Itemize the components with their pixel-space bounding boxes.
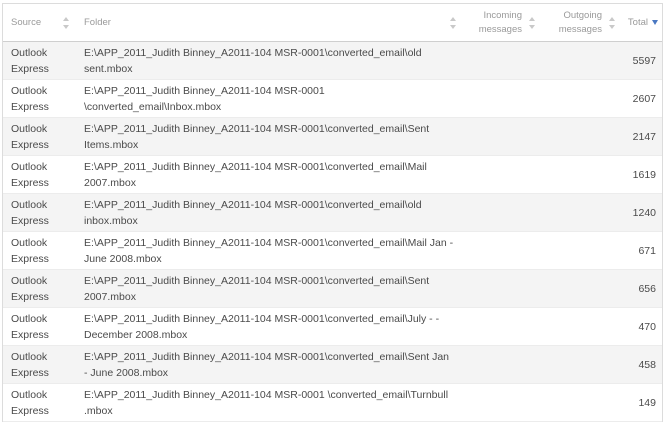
header-source-label: Source	[11, 17, 42, 28]
cell-incoming	[463, 307, 542, 346]
cell-source: Outlook Express	[3, 345, 76, 384]
header-outgoing-label: Outgoing messages	[558, 9, 602, 35]
cell-incoming	[463, 231, 542, 270]
cell-total: 5597	[622, 41, 662, 80]
cell-incoming	[463, 117, 542, 156]
sort-both-icon	[450, 16, 457, 29]
data-table: Source Folder Incoming messages Outgoing…	[3, 4, 662, 422]
cell-folder: E:\APP_2011_Judith Binney_A2011-104 MSR-…	[76, 41, 463, 80]
cell-total: 149	[622, 383, 662, 422]
table-row[interactable]: Outlook Express E:\APP_2011_Judith Binney…	[3, 41, 662, 80]
cell-outgoing	[542, 117, 622, 156]
cell-incoming	[463, 193, 542, 232]
header-total-label: Total	[627, 17, 648, 28]
cell-source: Outlook Express	[3, 79, 76, 118]
cell-incoming	[463, 383, 542, 422]
sort-descending-icon	[652, 19, 658, 25]
header-source[interactable]: Source	[3, 4, 76, 42]
table-row[interactable]: Outlook Express E:\APP_2011_Judith Binney…	[3, 269, 662, 308]
cell-outgoing	[542, 269, 622, 308]
cell-source: Outlook Express	[3, 193, 76, 232]
cell-source: Outlook Express	[3, 41, 76, 80]
header-row: Source Folder Incoming messages Outgoing…	[3, 4, 662, 42]
cell-incoming	[463, 345, 542, 384]
cell-outgoing	[542, 345, 622, 384]
cell-folder: E:\APP_2011_Judith Binney_A2011-104 MSR-…	[76, 79, 463, 118]
cell-source: Outlook Express	[3, 231, 76, 270]
cell-folder: E:\APP_2011_Judith Binney_A2011-104 MSR-…	[76, 231, 463, 270]
header-folder[interactable]: Folder	[76, 4, 463, 42]
cell-source: Outlook Express	[3, 307, 76, 346]
cell-total: 656	[622, 269, 662, 308]
cell-incoming	[463, 79, 542, 118]
table-row[interactable]: Outlook Express E:\APP_2011_Judith Binney…	[3, 117, 662, 156]
table-row[interactable]: Outlook Express E:\APP_2011_Judith Binney…	[3, 345, 662, 384]
header-incoming-label: Incoming messages	[478, 9, 522, 35]
cell-incoming	[463, 269, 542, 308]
cell-folder: E:\APP_2011_Judith Binney_A2011-104 MSR-…	[76, 269, 463, 308]
cell-folder: E:\APP_2011_Judith Binney_A2011-104 MSR-…	[76, 117, 463, 156]
cell-outgoing	[542, 79, 622, 118]
cell-total: 1240	[622, 193, 662, 232]
cell-outgoing	[542, 193, 622, 232]
cell-source: Outlook Express	[3, 269, 76, 308]
cell-total: 2607	[622, 79, 662, 118]
table-row[interactable]: Outlook Express E:\APP_2011_Judith Binney…	[3, 231, 662, 270]
table-body: Outlook Express E:\APP_2011_Judith Binney…	[3, 41, 662, 422]
table-row[interactable]: Outlook Express E:\APP_2011_Judith Binney…	[3, 307, 662, 346]
email-folders-table: Source Folder Incoming messages Outgoing…	[2, 3, 663, 422]
cell-total: 671	[622, 231, 662, 270]
cell-source: Outlook Express	[3, 383, 76, 422]
cell-total: 458	[622, 345, 662, 384]
sort-both-icon	[63, 16, 70, 29]
table-row[interactable]: Outlook Express E:\APP_2011_Judith Binney…	[3, 79, 662, 118]
table-row[interactable]: Outlook Express E:\APP_2011_Judith Binney…	[3, 193, 662, 232]
sort-both-icon	[609, 16, 616, 29]
cell-total: 2147	[622, 117, 662, 156]
cell-outgoing	[542, 307, 622, 346]
header-outgoing[interactable]: Outgoing messages	[542, 4, 622, 42]
cell-outgoing	[542, 155, 622, 194]
cell-outgoing	[542, 383, 622, 422]
sort-both-icon	[529, 16, 536, 29]
cell-source: Outlook Express	[3, 117, 76, 156]
cell-folder: E:\APP_2011_Judith Binney_A2011-104 MSR-…	[76, 345, 463, 384]
cell-total: 470	[622, 307, 662, 346]
table-row[interactable]: Outlook Express E:\APP_2011_Judith Binney…	[3, 383, 662, 422]
table-row[interactable]: Outlook Express E:\APP_2011_Judith Binney…	[3, 155, 662, 194]
cell-total: 1619	[622, 155, 662, 194]
cell-source: Outlook Express	[3, 155, 76, 194]
cell-outgoing	[542, 41, 622, 80]
cell-incoming	[463, 41, 542, 80]
cell-folder: E:\APP_2011_Judith Binney_A2011-104 MSR-…	[76, 307, 463, 346]
cell-outgoing	[542, 231, 622, 270]
cell-folder: E:\APP_2011_Judith Binney_A2011-104 MSR-…	[76, 383, 463, 422]
cell-folder: E:\APP_2011_Judith Binney_A2011-104 MSR-…	[76, 155, 463, 194]
cell-folder: E:\APP_2011_Judith Binney_A2011-104 MSR-…	[76, 193, 463, 232]
header-total[interactable]: Total	[622, 4, 662, 42]
header-folder-label: Folder	[84, 17, 111, 28]
header-incoming[interactable]: Incoming messages	[463, 4, 542, 42]
cell-incoming	[463, 155, 542, 194]
